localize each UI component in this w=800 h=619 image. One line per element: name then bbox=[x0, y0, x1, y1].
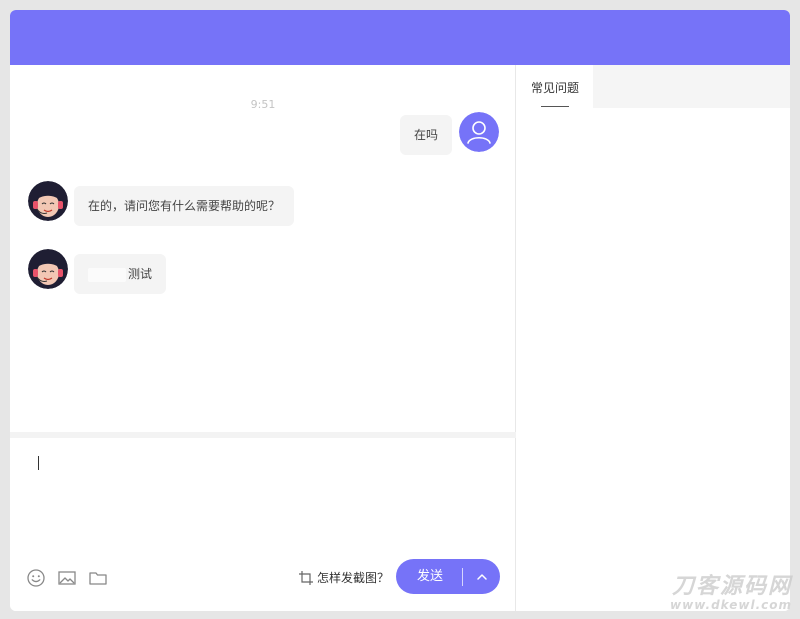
emoji-icon[interactable] bbox=[26, 568, 46, 588]
redacted-block bbox=[88, 267, 126, 282]
agent-message-bubble: 在的，请问您有什么需要帮助的呢？ bbox=[74, 186, 295, 226]
agent-message-text: 测试 bbox=[128, 267, 153, 281]
send-button[interactable]: 发送 bbox=[396, 559, 462, 594]
faq-pane: 常见问题 bbox=[517, 65, 790, 611]
user-icon bbox=[459, 112, 499, 152]
message-composer[interactable]: 怎样发截图？ 发送 bbox=[10, 438, 516, 611]
message-list: 9:51 在吗 在的，请问您有什么需要帮助的呢？ 测试 bbox=[10, 65, 516, 432]
tab-active-indicator bbox=[541, 106, 569, 107]
crop-icon bbox=[299, 571, 313, 585]
user-message-bubble: 在吗 bbox=[400, 115, 453, 155]
user-avatar bbox=[459, 112, 499, 152]
agent-headset-icon bbox=[28, 249, 68, 289]
chevron-up-icon bbox=[476, 573, 487, 580]
message-timestamp: 9:51 bbox=[250, 98, 276, 111]
image-icon[interactable] bbox=[57, 568, 77, 588]
tab-faq[interactable]: 常见问题 bbox=[517, 65, 593, 108]
chat-window: 9:51 在吗 在的，请问您有什么需要帮助的呢？ 测试 怎样发截图？ 发送 常见… bbox=[10, 10, 790, 611]
screenshot-help-link[interactable]: 怎样发截图？ bbox=[298, 569, 389, 587]
folder-icon[interactable] bbox=[88, 568, 108, 588]
agent-avatar bbox=[28, 181, 68, 221]
agent-headset-icon bbox=[28, 181, 68, 221]
send-button-group: 发送 bbox=[396, 559, 500, 594]
agent-message-bubble: 测试 bbox=[74, 254, 167, 294]
watermark-url: www.dkewl.com bbox=[670, 598, 792, 612]
agent-avatar bbox=[28, 249, 68, 289]
screenshot-help-text: 怎样发截图？ bbox=[317, 571, 390, 585]
chat-pane: 9:51 在吗 在的，请问您有什么需要帮助的呢？ 测试 怎样发截图？ 发送 bbox=[10, 65, 516, 611]
text-cursor bbox=[38, 456, 39, 470]
faq-tabbar: 常见问题 bbox=[517, 65, 790, 108]
header-bar bbox=[10, 10, 790, 65]
tab-faq-label: 常见问题 bbox=[530, 81, 579, 95]
watermark: 刀客源码网 www.dkewl.com bbox=[670, 574, 792, 612]
send-options-button[interactable] bbox=[463, 559, 500, 594]
watermark-logo-text: 刀客源码网 bbox=[671, 574, 792, 599]
